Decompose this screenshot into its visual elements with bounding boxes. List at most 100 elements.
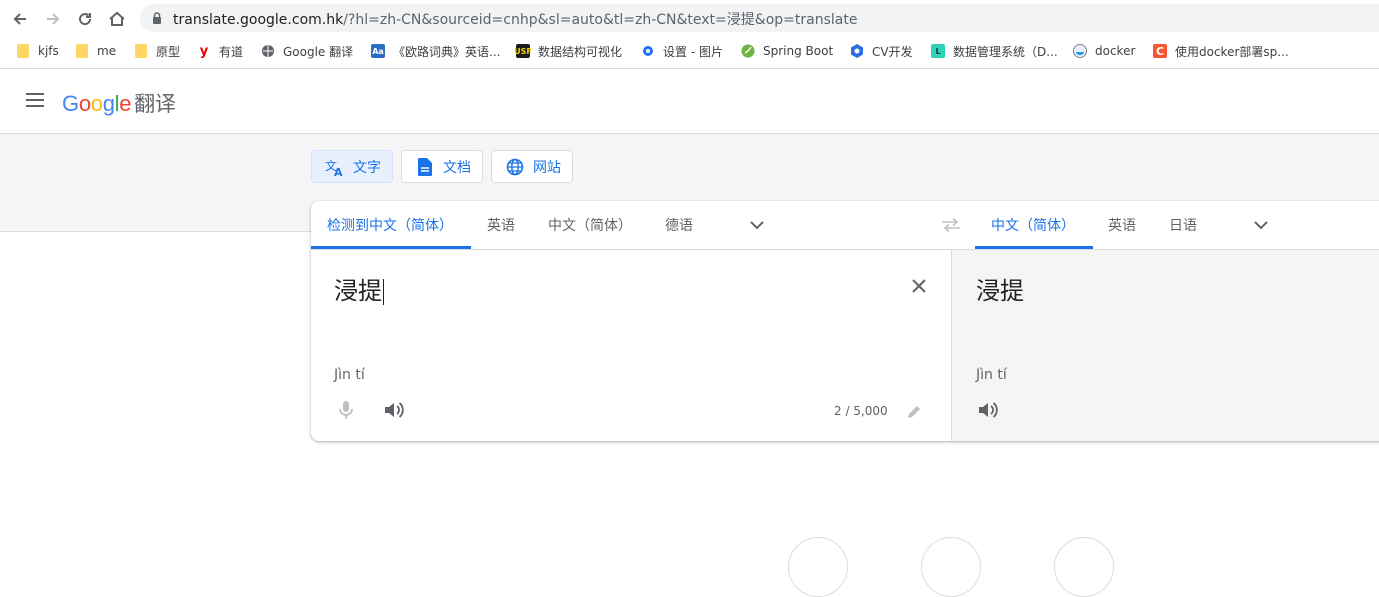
tab-label: 日语 [1169,218,1197,234]
voice-input-button[interactable] [334,398,358,422]
bookmark-label: 有道 [219,44,244,59]
back-button[interactable] [9,8,31,30]
source-lang-english-tab[interactable]: 英语 [487,201,515,249]
source-pinyin: Jìn tí [334,367,365,383]
logo-letter: e [119,91,132,116]
home-button[interactable] [106,8,128,30]
bookmark-label: 设置 - 图片 [663,44,723,59]
tab-label: 中文（简体） [548,218,632,234]
usf-icon: USF [514,44,532,58]
target-lang-japanese-tab[interactable]: 日语 [1169,201,1197,249]
bookmark-item[interactable]: Aa 《欧路词典》英语... [371,42,500,60]
tab-label: 英语 [1108,218,1136,234]
bookmark-label: docker [1095,44,1136,58]
source-tab-indicator [311,246,471,249]
bookmark-label: 原型 [156,44,181,59]
google-translate-logo[interactable]: Google 翻译 [62,88,176,118]
document-icon [415,157,435,177]
target-pinyin: Jìn tí [976,367,1007,383]
mode-website-label: 网站 [533,159,561,176]
translator-card: 检测到中文（简体） 英语 中文（简体） 德语 中文（简体） 英语 日语 浸提 J… [311,201,1379,441]
bookmark-label: CV开发 [872,44,913,59]
target-tab-indicator [975,246,1093,249]
folder-icon [75,44,89,58]
bookmark-item[interactable]: 原型 [134,42,180,60]
source-lang-german-tab[interactable]: 德语 [665,201,693,249]
arrow-right-icon [47,13,60,25]
bookmark-item[interactable]: kjfs [16,42,59,60]
bookmark-item[interactable]: 设置 - 图片 [641,42,723,60]
mode-document-label: 文档 [443,159,471,176]
bookmark-label: 数据结构可视化 [538,44,623,59]
character-count: 2 / 5,000 [834,404,888,418]
logo-letter: G [62,91,79,116]
forward-button[interactable] [42,8,64,30]
bookmark-item[interactable]: L 数据管理系统（D... [931,42,1058,60]
mode-document-button[interactable]: 文档 [401,150,483,183]
speaker-icon [385,402,404,418]
bookmark-label: Spring Boot [763,44,834,58]
tab-label: 德语 [665,218,693,234]
saved-button[interactable] [921,537,981,597]
reload-icon [79,13,92,26]
spring-icon [741,44,755,58]
bookmark-item[interactable]: CV开发 [850,42,913,60]
mode-website-button[interactable]: 网站 [491,150,573,183]
browser-chrome: translate.google.com.hk/?hl=zh-CN&source… [0,0,1379,69]
csdn-icon: C [1153,44,1167,58]
translation-output-pane: 浸提 Jìn tí [951,250,1379,441]
bookmark-item[interactable]: me [75,42,116,60]
speaker-icon [979,402,998,418]
bookmark-item[interactable]: C 使用docker部署sp... [1153,42,1289,60]
target-lang-english-tab[interactable]: 英语 [1108,201,1136,249]
text-caret [383,279,384,305]
translated-text: 浸提 [976,277,1024,305]
contribute-button[interactable] [1054,537,1114,597]
folder-icon [16,44,30,58]
mode-text-button[interactable]: 文A 文字 [311,150,393,183]
clear-source-button[interactable] [907,274,931,298]
main-menu-icon[interactable] [24,93,46,109]
chevron-down-icon [750,220,764,229]
gear-icon [641,44,655,58]
logo-letter: o [78,91,91,116]
globe-icon [261,44,275,58]
listen-source-button[interactable] [382,398,406,422]
globe-icon [505,157,525,177]
bookmark-label: kjfs [38,44,59,58]
bookmark-item[interactable]: y 有道 [197,42,243,60]
bookmark-item[interactable]: Google 翻译 [261,42,353,60]
home-icon [109,11,125,26]
tab-label: 中文（简体） [991,218,1075,234]
mode-text-label: 文字 [353,159,381,176]
source-lang-chinese-tab[interactable]: 中文（简体） [548,201,632,249]
bookmark-label: 数据管理系统（D... [953,44,1058,59]
address-bar[interactable]: translate.google.com.hk/?hl=zh-CN&source… [140,4,1379,32]
listen-translation-button[interactable] [976,398,1000,422]
logo-product-name: 翻译 [134,93,176,116]
tab-label: 检测到中文（简体） [327,218,453,234]
history-button[interactable] [788,537,848,597]
target-lang-chinese-tab[interactable]: 中文（简体） [991,201,1075,249]
bookmark-item[interactable]: USF 数据结构可视化 [514,42,623,60]
more-target-languages-button[interactable] [1249,213,1273,237]
source-text-input[interactable]: 浸提 [334,271,384,306]
tab-label: 英语 [487,218,515,234]
cv-icon [850,44,864,58]
source-lang-detected-tab[interactable]: 检测到中文（简体） [327,201,453,249]
swap-languages-button[interactable] [939,213,963,237]
edit-button[interactable] [902,400,926,424]
swap-icon [942,218,960,232]
language-bar: 检测到中文（简体） 英语 中文（简体） 德语 中文（简体） 英语 日语 [311,201,1379,250]
youdao-icon: y [199,43,209,59]
l-icon: L [931,44,945,58]
bookmark-item[interactable]: Spring Boot [741,42,833,60]
reload-button[interactable] [74,8,96,30]
bookmark-item[interactable]: docker [1073,42,1135,60]
logo-letter: g [102,91,115,116]
folder-icon [134,44,148,58]
bookmarks-bar: kjfs me 原型 y 有道 Google 翻译 Aa 《欧路词典》英语... USF 数据结构… [0,38,1379,64]
more-source-languages-button[interactable] [745,213,769,237]
arrow-left-icon [13,13,26,25]
source-text: 浸提 [334,277,382,305]
